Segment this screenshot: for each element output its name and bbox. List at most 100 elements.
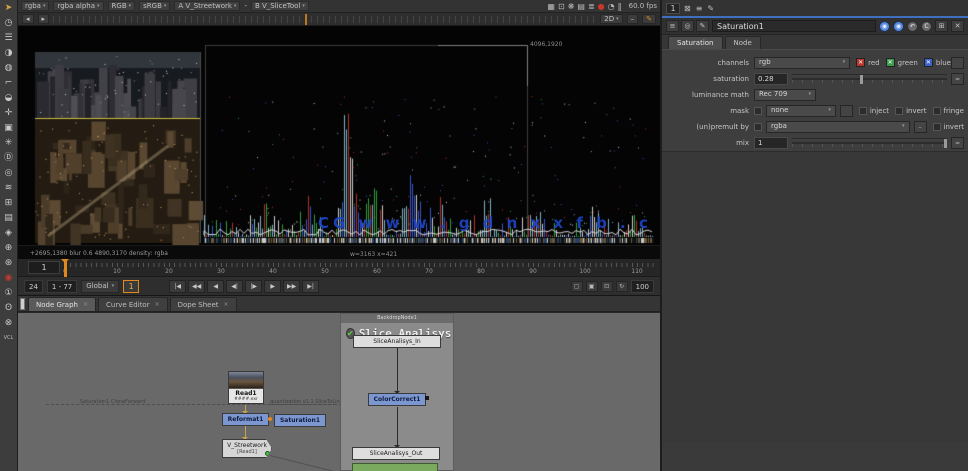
read-node[interactable]: Read1 ####.exr xyxy=(228,371,264,404)
viewer-gamma-icon[interactable]: ≣ xyxy=(588,2,595,11)
close-icon[interactable]: × xyxy=(83,301,88,308)
deep-menu-icon[interactable]: Ⓓ xyxy=(1,151,17,166)
layer-dropdown[interactable]: rgba▾ xyxy=(21,1,49,11)
slice-out-node[interactable]: SliceAnalisys_Out xyxy=(352,447,440,460)
annotation-pen-icon[interactable]: ✎ xyxy=(642,14,656,24)
play-backward-fast-button[interactable]: ◀◀ xyxy=(188,280,205,293)
viewer-refresh-icon[interactable]: ◔ xyxy=(608,2,615,11)
time-menu-icon[interactable]: ◷ xyxy=(1,16,17,31)
timeline-zoom-field[interactable]: 100 xyxy=(631,280,654,293)
viewer-canvas-area[interactable]: 4096,1920 CG w w w . g d n x x f b . c n xyxy=(18,26,660,245)
node-graph[interactable]: Saturation1 CloneForward quantization v1… xyxy=(18,313,660,471)
wipe-mode-dropdown[interactable]: - xyxy=(244,2,247,10)
metadata-menu-icon[interactable]: ≋ xyxy=(1,181,17,196)
viewer-pause-icon[interactable]: ‖ xyxy=(618,2,622,11)
viewer-roi-icon[interactable]: ⊡ xyxy=(558,2,565,11)
input-a-dropdown[interactable]: A V_Streetwork▾ xyxy=(174,1,240,11)
vcl-label[interactable]: VCL xyxy=(1,331,17,346)
viewer-grid-icon[interactable]: ▦ xyxy=(547,2,555,11)
views-menu-icon[interactable]: ◎ xyxy=(1,166,17,181)
view-mode-dropdown[interactable]: 2D▾ xyxy=(600,14,622,24)
close-icon[interactable]: × xyxy=(155,301,160,308)
close-panel-button[interactable]: ✕ xyxy=(951,20,964,32)
mix-slider[interactable] xyxy=(792,138,947,147)
3d-menu-icon[interactable]: ▣ xyxy=(1,121,17,136)
viewer-pause-red-icon[interactable]: ● xyxy=(598,2,605,11)
display-channels-dropdown[interactable]: RGB▾ xyxy=(108,1,136,11)
animation-menu-button[interactable]: ≈ xyxy=(951,73,964,85)
node-center-icon[interactable]: ◎ xyxy=(681,20,694,32)
saturation-node[interactable]: Saturation1 xyxy=(274,414,326,427)
transform-menu-icon[interactable]: ✛ xyxy=(1,106,17,121)
play-forward-fast-button[interactable]: ▶▶ xyxy=(283,280,300,293)
prev-keyframe-button[interactable]: ◂ xyxy=(22,14,34,24)
alpha-layer-dropdown[interactable]: rgba alpha▾ xyxy=(53,1,103,11)
viewer-mini-timebar[interactable] xyxy=(53,16,596,23)
edit-panel-icon[interactable]: ✎ xyxy=(707,4,714,13)
input-b-dropdown[interactable]: B V_SliceTool▾ xyxy=(251,1,309,11)
node-color-button[interactable]: ◉ xyxy=(893,21,904,32)
inject-checkbox[interactable] xyxy=(859,107,867,115)
mini-playhead[interactable] xyxy=(305,14,307,25)
copy-panel-button[interactable]: ⊞ xyxy=(935,20,948,32)
viewer-gizmo-node[interactable]: V_Streetwork [Read1] xyxy=(222,439,272,458)
mask-channel-dropdown[interactable]: none▾ xyxy=(766,105,836,117)
saturation-value-field[interactable]: 0.28 xyxy=(754,73,788,85)
next-keyframe-button[interactable]: ▸ xyxy=(38,14,50,24)
goto-end-button[interactable]: ▶| xyxy=(302,280,319,293)
plugin-d-icon[interactable]: ⊗ xyxy=(1,316,17,331)
play-forward-button[interactable]: ▶ xyxy=(264,280,281,293)
plugin-c-icon[interactable]: ʘ xyxy=(1,301,17,316)
step-forward-button[interactable]: |▶ xyxy=(245,280,262,293)
node-name-field[interactable]: Saturation1 xyxy=(712,20,876,32)
extra-channels-button[interactable] xyxy=(951,57,964,69)
float-panel-button[interactable]: ◉ xyxy=(879,21,890,32)
tab-saturation[interactable]: Saturation xyxy=(668,36,723,49)
viewer-proxy-icon[interactable]: ❋ xyxy=(568,2,575,11)
tab-dope-sheet[interactable]: Dope Sheet× xyxy=(170,297,237,311)
blue-channel-checkbox[interactable]: ✕ xyxy=(924,58,933,67)
goto-start-button[interactable]: |◀ xyxy=(169,280,186,293)
filter-menu-icon[interactable]: ◍ xyxy=(1,61,17,76)
record-icon[interactable]: ◉ xyxy=(1,271,17,286)
slice-in-node[interactable]: SliceAnalisys_In xyxy=(353,335,441,348)
frame-range-field[interactable]: 1 - 77 xyxy=(47,280,77,293)
invert-mask-checkbox[interactable] xyxy=(895,107,903,115)
merge-menu-icon[interactable]: ◒ xyxy=(1,91,17,106)
tab-node[interactable]: Node xyxy=(725,36,761,49)
node-filter-icon[interactable]: ≡ xyxy=(666,20,679,32)
toolsets-menu-icon[interactable]: ⊞ xyxy=(1,196,17,211)
draw-menu-icon[interactable]: ◈ xyxy=(1,226,17,241)
fps-field[interactable]: 24 xyxy=(24,280,43,293)
plugin-a-icon[interactable]: ⊛ xyxy=(1,256,17,271)
output-node[interactable] xyxy=(352,463,438,471)
plugin-b-icon[interactable]: ① xyxy=(1,286,17,301)
channel-menu-icon[interactable]: ☰ xyxy=(1,31,17,46)
stack-menu-icon[interactable]: ≡ xyxy=(696,4,703,13)
pin-panel-icon[interactable]: ⊠ xyxy=(684,4,691,13)
mix-value-field[interactable]: 1 xyxy=(754,137,788,149)
fringe-checkbox[interactable] xyxy=(933,107,941,115)
red-channel-checkbox[interactable]: ✕ xyxy=(856,58,865,67)
keyer-menu-icon[interactable]: ⌐ xyxy=(1,76,17,91)
channels-dropdown[interactable]: rgb▾ xyxy=(754,57,850,69)
tab-curve-editor[interactable]: Curve Editor× xyxy=(98,297,168,311)
premult-enable-checkbox[interactable] xyxy=(754,123,762,131)
viewer-clip-icon[interactable]: ▤ xyxy=(577,2,585,11)
undo-button[interactable]: ↶ xyxy=(907,21,918,32)
colorspace-dropdown[interactable]: sRGB▾ xyxy=(139,1,170,11)
other-menu-icon[interactable]: ⊕ xyxy=(1,241,17,256)
pane-divider-handle[interactable] xyxy=(20,298,25,310)
image-menu-icon[interactable]: ▤ xyxy=(1,211,17,226)
timeline-playhead[interactable] xyxy=(64,259,67,277)
reformat-node[interactable]: Reformat1 xyxy=(222,413,269,426)
loop-mode-icon[interactable]: ↻ xyxy=(616,281,628,292)
saturation-slider[interactable] xyxy=(792,74,947,83)
premult-minus-button[interactable]: – xyxy=(914,121,927,133)
green-channel-checkbox[interactable]: ✕ xyxy=(886,58,895,67)
color-menu-icon[interactable]: ◑ xyxy=(1,46,17,61)
animation-menu-button[interactable]: ≈ xyxy=(951,137,964,149)
timeline-ruler[interactable]: 0102030405060708090100110 xyxy=(65,261,656,275)
premult-channel-dropdown[interactable]: rgba▾ xyxy=(766,121,910,133)
range-mode-dropdown[interactable]: Global▾ xyxy=(81,280,119,293)
